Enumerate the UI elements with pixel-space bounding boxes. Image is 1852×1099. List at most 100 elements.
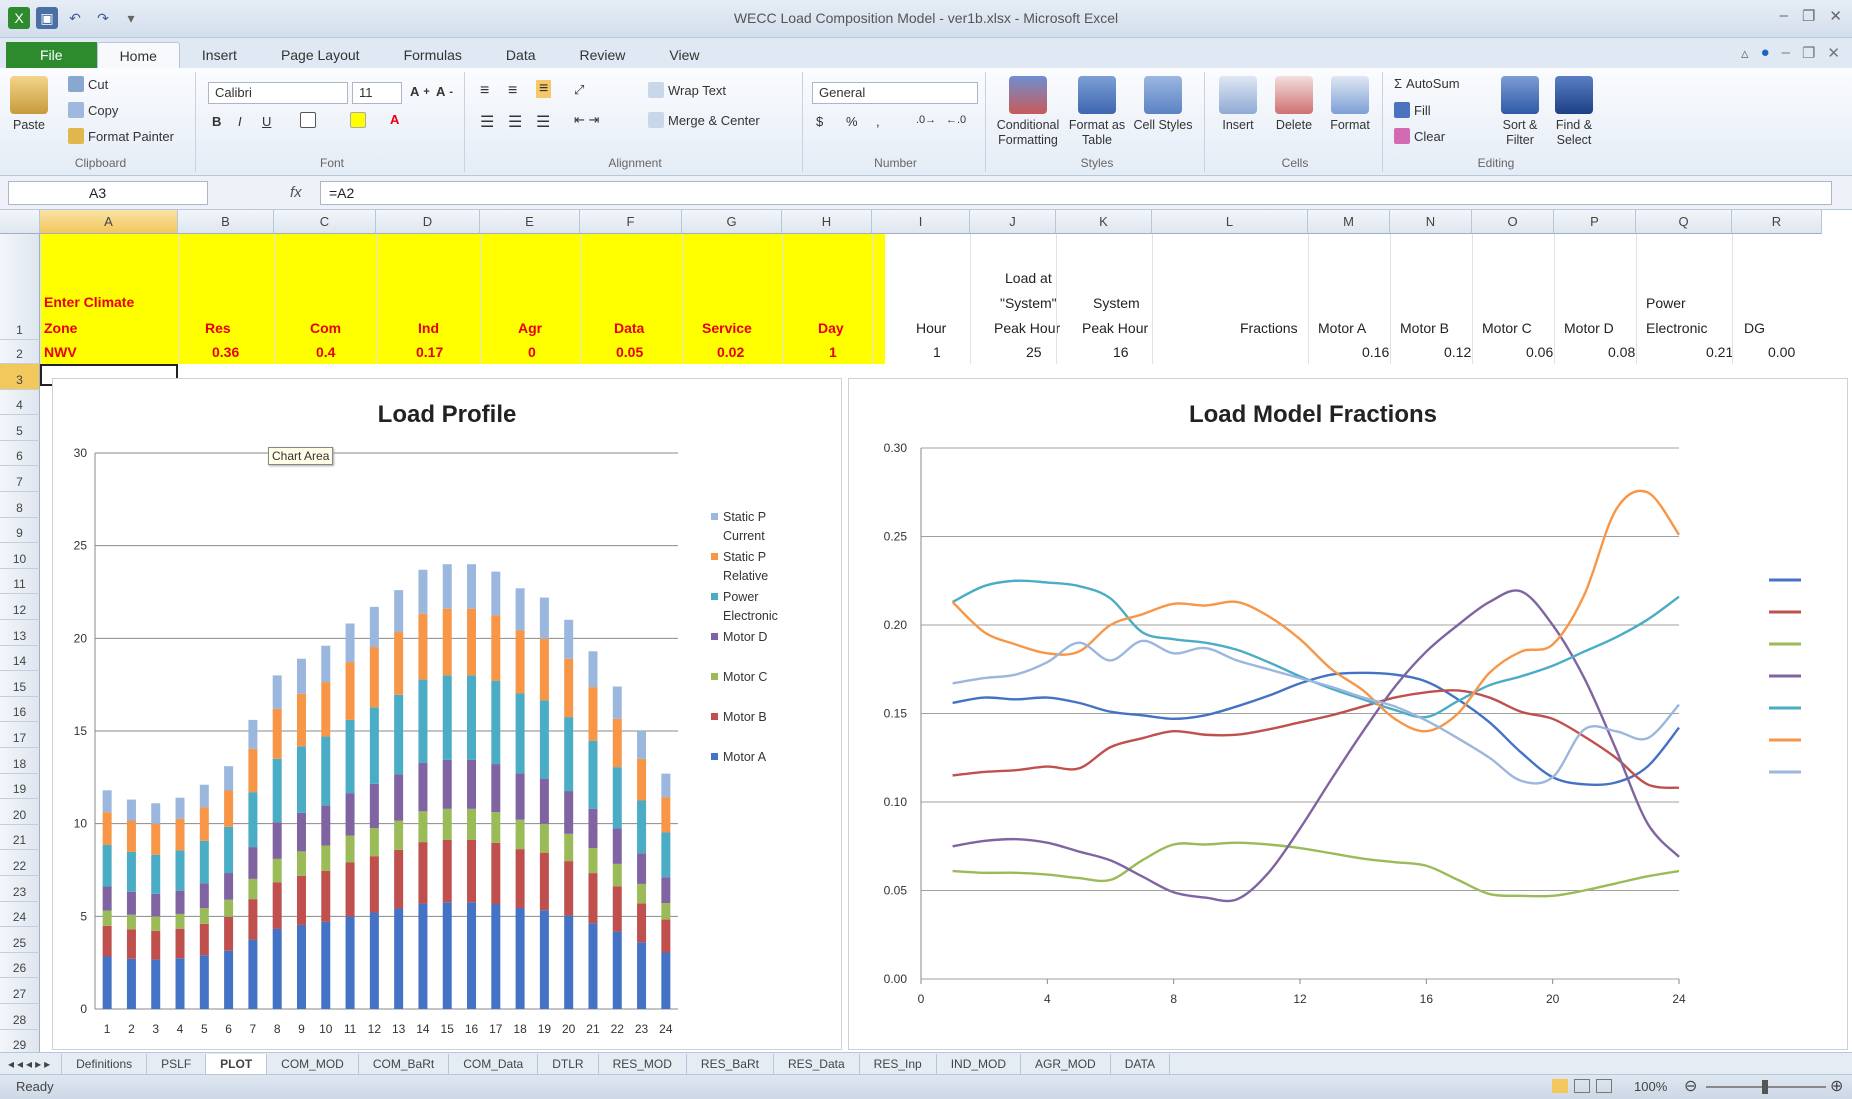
currency-button[interactable]: $ [816,114,823,129]
column-header-g[interactable]: G [682,210,782,234]
column-header-i[interactable]: I [872,210,970,234]
align-right-button[interactable]: ☰ [536,112,550,132]
tab-home[interactable]: Home [96,42,180,68]
indent-button[interactable]: ⇤ ⇥ [574,112,599,128]
name-box[interactable]: A3 [8,181,208,205]
worksheet-grid[interactable]: Enter Climate Zone Res Com Ind Agr Data … [0,210,1852,1056]
column-header-r[interactable]: R [1732,210,1822,234]
cell-j1-line3[interactable]: Peak Hour [994,320,1060,337]
cell-g2[interactable]: 0.02 [717,344,744,361]
format-cells-button[interactable]: Format [1324,76,1376,133]
align-top-button[interactable]: ≡ [480,82,489,100]
row-header-23[interactable]: 23 [0,876,40,902]
column-header-q[interactable]: Q [1636,210,1732,234]
sheet-tab-ind-mod[interactable]: IND_MOD [937,1053,1022,1074]
column-header-o[interactable]: O [1472,210,1554,234]
cell-o1[interactable]: Motor C [1482,320,1532,337]
sheet-tab-res-data[interactable]: RES_Data [774,1053,860,1074]
italic-button[interactable]: I [238,114,242,129]
cell-m2[interactable]: 0.16 [1362,344,1389,361]
cell-n2[interactable]: 0.12 [1444,344,1471,361]
cell-k2[interactable]: 16 [1113,344,1129,361]
row-header-4[interactable]: 4 [0,389,40,416]
row-header-7[interactable]: 7 [0,466,40,492]
workbook-close-icon[interactable]: ✕ [1827,44,1840,62]
cell-j1-line2[interactable]: "System" [1000,295,1057,312]
column-header-c[interactable]: C [274,210,376,234]
cell-l1[interactable]: Fractions [1240,320,1298,337]
cell-k1-line1[interactable]: System [1093,295,1140,312]
row-header-21[interactable]: 21 [0,824,40,851]
increase-decimal-button[interactable]: .0→ [916,114,936,126]
sheet-nav-arrows[interactable]: ◂◂◂▸▸ [0,1053,63,1074]
row-header-13[interactable]: 13 [0,620,40,646]
align-left-button[interactable]: ☰ [480,112,494,132]
cell-i2[interactable]: 1 [933,344,941,361]
borders-button[interactable] [300,112,316,128]
cell-p1[interactable]: Motor D [1564,320,1614,337]
autosum-button[interactable]: Σ AutoSum [1394,76,1460,91]
zoom-out-icon[interactable]: ⊖ [1684,1076,1697,1096]
row-header-17[interactable]: 17 [0,722,40,748]
sheet-tab-pslf[interactable]: PSLF [147,1053,207,1074]
row-header-14[interactable]: 14 [0,645,40,672]
row-header-11[interactable]: 11 [0,568,40,595]
sheet-tab-res-mod[interactable]: RES_MOD [599,1053,687,1074]
cell-q1-line1[interactable]: Power [1646,295,1686,312]
cell-h1[interactable]: Day [818,320,844,337]
row-header-16[interactable]: 16 [0,696,40,723]
tab-formulas[interactable]: Formulas [382,42,484,68]
column-header-j[interactable]: J [970,210,1056,234]
cell-p2[interactable]: 0.08 [1608,344,1635,361]
cell-n1[interactable]: Motor B [1400,320,1449,337]
sheet-tab-data[interactable]: DATA [1111,1053,1170,1074]
cell-c1[interactable]: Com [310,320,341,337]
select-all-corner[interactable] [0,210,40,234]
cell-f2[interactable]: 0.05 [616,344,643,361]
workbook-restore-icon[interactable]: ❐ [1802,44,1815,62]
column-header-p[interactable]: P [1554,210,1636,234]
column-header-h[interactable]: H [782,210,872,234]
sheet-tab-res-bart[interactable]: RES_BaRt [687,1053,774,1074]
page-layout-view-icon[interactable] [1574,1079,1590,1093]
sheet-tab-com-bart[interactable]: COM_BaRt [359,1053,450,1074]
row-header-25[interactable]: 25 [0,927,40,953]
wrap-text-button[interactable]: Wrap Text [648,82,726,98]
row-header-8[interactable]: 8 [0,492,40,518]
cell-q2[interactable]: 0.21 [1706,344,1733,361]
tab-view[interactable]: View [647,42,721,68]
sort-filter-button[interactable]: Sort & Filter [1494,76,1546,148]
cell-c2[interactable]: 0.4 [316,344,335,361]
row-header-20[interactable]: 20 [0,799,40,825]
align-center-button[interactable]: ☰ [508,112,522,132]
cell-k1-line2[interactable]: Peak Hour [1082,320,1148,337]
copy-button[interactable]: Copy [68,102,118,118]
cell-j2[interactable]: 25 [1026,344,1042,361]
cell-r2[interactable]: 0.00 [1768,344,1795,361]
cell-o2[interactable]: 0.06 [1526,344,1553,361]
cell-e2[interactable]: 0 [528,344,536,361]
find-select-button[interactable]: Find & Select [1548,76,1600,148]
column-header-e[interactable]: E [480,210,580,234]
insert-function-icon[interactable]: fx [290,184,302,201]
comma-button[interactable]: , [876,114,880,129]
clear-button[interactable]: Clear [1394,128,1445,144]
row-header-3[interactable]: 3 [0,364,40,390]
fill-button[interactable]: Fill [1394,102,1431,118]
cell-a1-line2[interactable]: Zone [44,320,77,337]
sheet-tab-res-inp[interactable]: RES_Inp [860,1053,937,1074]
cell-b2[interactable]: 0.36 [212,344,239,361]
row-header-18[interactable]: 18 [0,748,40,774]
row-header-26[interactable]: 26 [0,952,40,979]
column-header-a[interactable]: A [40,210,178,234]
load-profile-chart[interactable]: Load Profile 0 5 10 15 20 25 30 1 2 3 4 5 6 7 8 9 10 11 12… [52,378,842,1050]
row-header-5[interactable]: 5 [0,415,40,441]
cell-m1[interactable]: Motor A [1318,320,1366,337]
shrink-font-button[interactable]: A- [436,84,453,99]
cell-i1[interactable]: Hour [916,320,946,337]
fill-color-button[interactable] [350,112,366,128]
delete-cells-button[interactable]: Delete [1268,76,1320,133]
close-icon[interactable]: ✕ [1829,7,1842,25]
sheet-tab-dtlr[interactable]: DTLR [538,1053,599,1074]
page-break-view-icon[interactable] [1596,1079,1612,1093]
